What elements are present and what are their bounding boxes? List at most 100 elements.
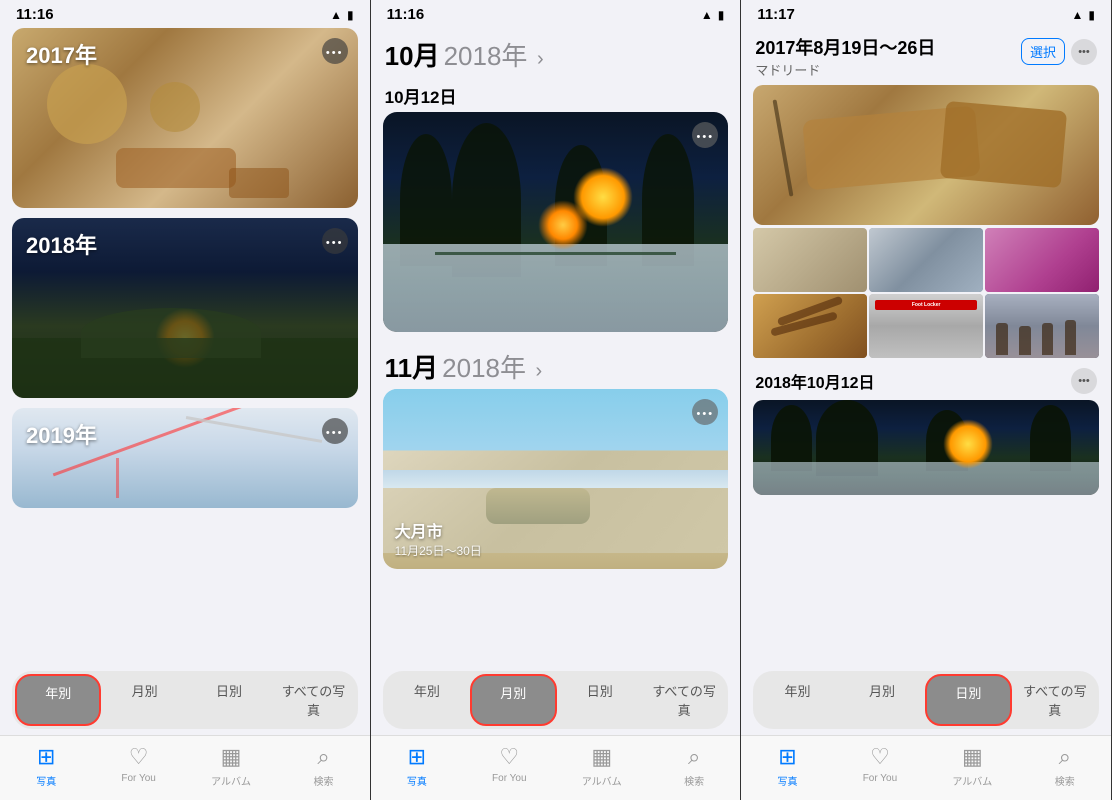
bottom-tab-album-2[interactable]: ▦ アルバム [556,744,648,788]
album-label-1: アルバム [211,773,251,788]
year-more-2018[interactable] [322,228,348,254]
year-card-2019[interactable]: 2019年 [12,408,358,508]
bottom-tab-album-1[interactable]: ▦ アルバム [185,744,277,788]
day-header-actions: 選択 ••• [1021,38,1097,65]
photos-label-2: 写真 [407,773,427,788]
collage-grid-top: Foot Locker [753,228,1099,358]
oct-photo-card[interactable] [383,112,729,332]
wifi-icon-3: ▲ [1071,8,1083,22]
more-dots-icon [326,234,344,249]
album-icon-3: ▦ [962,744,983,770]
month-year-oct: 2018年 [444,41,528,71]
tab-all-3[interactable]: すべての写真 [1014,674,1096,726]
day-section-oct12: 2018年10月12日 ••• [741,364,1111,495]
foryou-icon-2: ♡ [499,744,519,770]
photos-icon-1: ⊞ [37,744,55,770]
month-year-nov: 2018年 [442,353,526,383]
memory-card-otsuki[interactable]: 大月市 11月25日〜30日 [383,389,729,569]
tab-month-1[interactable]: 月別 [103,674,185,726]
day-more-button[interactable]: ••• [1071,39,1097,65]
bottom-tab-bar-2: ⊞ 写真 ♡ For You ▦ アルバム ⌕ 検索 [371,735,741,800]
search-label-2: 検索 [684,773,704,788]
night-photo-2-bg [753,400,1099,495]
status-icons-1: ▲ ▮ [330,8,354,22]
battery-icon-3: ▮ [1088,8,1095,22]
status-time-1: 11:16 [16,6,54,23]
month-header-oct: 10月2018年 › [371,28,741,77]
bottom-tab-album-3[interactable]: ▦ アルバム [926,744,1018,788]
year-label-2019: 2019年 [26,418,97,450]
tab-year-2[interactable]: 年別 [386,674,468,726]
bottom-tab-search-1[interactable]: ⌕ 検索 [277,744,369,788]
search-label-3: 検索 [1055,773,1075,788]
day-title-group: 2017年8月19日〜26日 マドリード [755,34,935,79]
year-card-2018[interactable]: 2018年 [12,218,358,398]
collage-cell-6[interactable] [985,294,1099,358]
search-icon-1: ⌕ [317,744,329,770]
album-label-3: アルバム [952,773,992,788]
select-button[interactable]: 選択 [1021,38,1065,65]
day2-header: 2018年10月12日 ••• [741,364,1111,398]
year-label-2017: 2017年 [26,38,97,70]
album-icon-1: ▦ [221,744,242,770]
foryou-label-1: For You [121,773,155,784]
foryou-label-2: For You [492,773,526,784]
tab-all-1[interactable]: すべての写真 [272,674,354,726]
memory-dates-otsuki: 11月25日〜30日 [395,542,482,559]
search-icon-2: ⌕ [688,744,700,770]
view-tabs-1: 年別 月別 日別 すべての写真 [12,671,358,729]
more-dots-icon [326,424,344,439]
tab-day-1[interactable]: 日別 [188,674,270,726]
main-food-photo[interactable] [753,85,1099,225]
tab-month-2[interactable]: 月別 [470,674,556,726]
day-view-content: 2017年8月19日〜26日 マドリード 選択 ••• [741,28,1111,497]
view-tabs-2: 年別 月別 日別 すべての写真 [383,671,729,729]
day-view-header: 2017年8月19日〜26日 マドリード 選択 ••• [741,28,1111,79]
year-more-2017[interactable] [322,38,348,64]
bottom-tab-photos-3[interactable]: ⊞ 写真 [741,744,833,788]
bottom-tab-bar-1: ⊞ 写真 ♡ For You ▦ アルバム ⌕ 検索 [0,735,370,800]
bottom-tab-search-2[interactable]: ⌕ 検索 [648,744,740,788]
status-bar-2: 11:16 ▲ ▮ [371,0,741,27]
bottom-tab-photos-2[interactable]: ⊞ 写真 [371,744,463,788]
tab-month-3[interactable]: 月別 [841,674,923,726]
collage-cell-5[interactable]: Foot Locker [869,294,983,358]
panel-year-view: 11:16 ▲ ▮ 2017年 2018年 [0,0,371,800]
status-time-2: 11:16 [387,6,425,23]
year-more-2019[interactable] [322,418,348,444]
status-icons-2: ▲ ▮ [701,8,725,22]
day2-more[interactable]: ••• [1071,368,1097,394]
wifi-icon: ▲ [330,8,342,22]
month-view-content: 10月2018年 › 10月12日 [371,28,741,581]
tab-day-2[interactable]: 日別 [559,674,641,726]
food-photo-bg [753,85,1099,225]
album-icon-2: ▦ [591,744,612,770]
collage-cell-3[interactable] [985,228,1099,292]
foryou-label-3: For You [863,773,897,784]
day-subtitle: マドリード [755,60,935,79]
collage-cell-4[interactable] [753,294,867,358]
tab-day-3[interactable]: 日別 [925,674,1011,726]
bottom-tab-foryou-2[interactable]: ♡ For You [463,744,555,788]
collage-cell-1[interactable] [753,228,867,292]
bottom-tab-photos-1[interactable]: ⊞ 写真 [0,744,92,788]
status-bar-3: 11:17 ▲ ▮ [741,0,1111,27]
bottom-tab-foryou-3[interactable]: ♡ For You [834,744,926,788]
status-icons-3: ▲ ▮ [1071,8,1095,22]
memory-title-otsuki: 大月市 [395,518,482,542]
tab-year-1[interactable]: 年別 [15,674,101,726]
year-card-2017[interactable]: 2017年 [12,28,358,208]
panel-month-view: 11:16 ▲ ▮ 10月2018年 › 10月12日 [371,0,742,800]
collage-cell-2[interactable] [869,228,983,292]
tab-year-3[interactable]: 年別 [756,674,838,726]
tab-all-2[interactable]: すべての写真 [643,674,725,726]
oct-photo-bg [383,112,729,332]
month-arrow-nov: › [530,360,542,382]
bottom-tab-search-3[interactable]: ⌕ 検索 [1019,744,1111,788]
more-dots-icon [697,405,715,420]
day2-night-photo[interactable] [753,400,1099,495]
photos-label-1: 写真 [36,773,56,788]
view-tabs-3: 年別 月別 日別 すべての写真 [753,671,1099,729]
month-arrow-oct: › [531,48,543,70]
bottom-tab-foryou-1[interactable]: ♡ For You [92,744,184,788]
